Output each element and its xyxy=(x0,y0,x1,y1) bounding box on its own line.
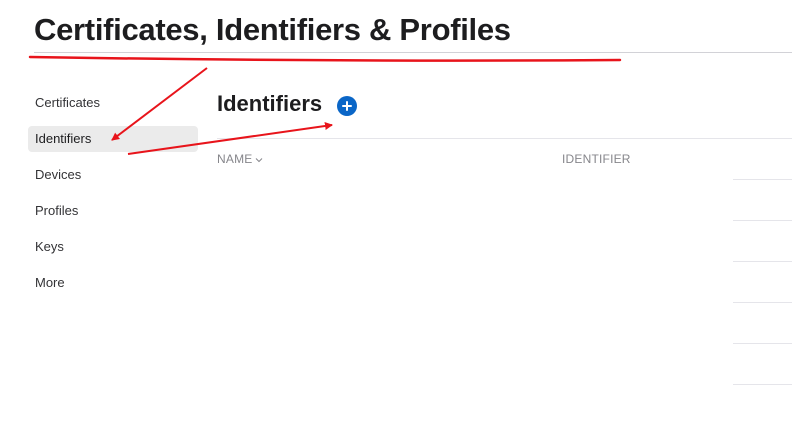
column-header-name-label: NAME xyxy=(217,152,253,166)
table-row-divider xyxy=(733,261,792,262)
sidebar-item-devices[interactable]: Devices xyxy=(28,162,198,188)
table-row-divider xyxy=(733,384,792,385)
add-identifier-button[interactable] xyxy=(337,96,357,116)
section-title: Identifiers xyxy=(217,91,323,116)
column-header-identifier: IDENTIFIER xyxy=(562,152,631,166)
sidebar-item-identifiers[interactable]: Identifiers xyxy=(28,126,198,152)
plus-icon xyxy=(342,101,352,111)
page: Certificates, Identifiers & Profiles Cer… xyxy=(0,0,792,440)
sidebar: Certificates Identifiers Devices Profile… xyxy=(28,90,198,306)
section-divider xyxy=(217,138,792,139)
title-underline xyxy=(28,55,622,62)
page-title: Certificates, Identifiers & Profiles xyxy=(34,12,511,47)
table-row-divider xyxy=(733,302,792,303)
chevron-down-icon xyxy=(255,152,263,166)
table-row-divider xyxy=(733,220,792,221)
sidebar-item-certificates[interactable]: Certificates xyxy=(28,90,198,116)
column-header-name[interactable]: NAME xyxy=(217,152,263,166)
title-divider xyxy=(34,52,792,53)
sidebar-item-keys[interactable]: Keys xyxy=(28,234,198,260)
sidebar-item-profiles[interactable]: Profiles xyxy=(28,198,198,224)
table-row-divider xyxy=(733,179,792,180)
table-row-divider xyxy=(733,343,792,344)
sidebar-item-more[interactable]: More xyxy=(28,270,198,296)
